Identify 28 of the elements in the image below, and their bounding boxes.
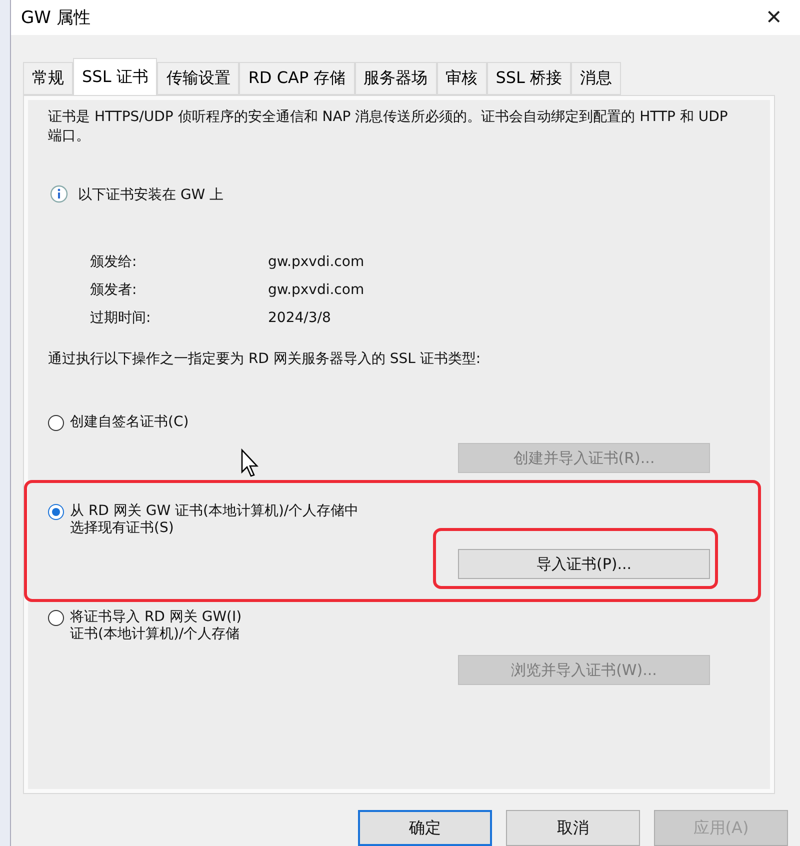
tab[interactable]: 审核	[436, 62, 487, 95]
radio-option[interactable]: 将证书导入 RD 网关 GW(I) 证书(本地计算机)/个人存储	[48, 609, 750, 643]
prompt-text: 通过执行以下操作之一指定要为 RD 网关服务器导入的 SSL 证书类型:	[48, 350, 482, 368]
radio-icon[interactable]	[48, 504, 64, 520]
certificate-button[interactable]: 导入证书(P)...	[458, 549, 710, 579]
dialog-button[interactable]: 确定	[358, 810, 492, 846]
tab[interactable]: SSL 桥接	[486, 62, 571, 95]
tab[interactable]: 传输设置	[157, 62, 240, 95]
detail-label: 过期时间:	[90, 309, 152, 328]
detail-label: 颁发者:	[90, 281, 138, 300]
tab[interactable]: 常规	[23, 62, 73, 95]
radio-option[interactable]: 创建自签名证书(C)	[48, 414, 750, 431]
detail-value: gw.pxvdi.com	[268, 253, 366, 272]
detail-value: 2024/3/8	[268, 309, 332, 328]
radio-option[interactable]: 从 RD 网关 GW 证书(本地计算机)/个人存储中 选择现有证书(S)	[48, 503, 750, 537]
info-text: 以下证书安装在 GW 上	[78, 186, 224, 204]
window-title: GW 属性	[21, 7, 90, 29]
tab[interactable]: 消息	[571, 62, 621, 95]
tab[interactable]: SSL 证书	[73, 58, 158, 96]
tab[interactable]: RD CAP 存储	[239, 62, 355, 95]
radio-icon[interactable]	[48, 415, 64, 431]
close-button[interactable]: ✕	[756, 2, 792, 32]
tab[interactable]: 服务器场	[354, 62, 437, 95]
dialog-button[interactable]: 取消	[506, 810, 640, 846]
radio-icon[interactable]	[48, 610, 64, 626]
description-text: 证书是 HTTPS/UDP 侦听程序的安全通信和 NAP 消息传送所必须的。证书会自动绑定到配置的 HTTP 和 UDP 端口。	[48, 108, 728, 146]
detail-label: 颁发给:	[90, 253, 138, 272]
detail-value: gw.pxvdi.com	[268, 281, 366, 300]
